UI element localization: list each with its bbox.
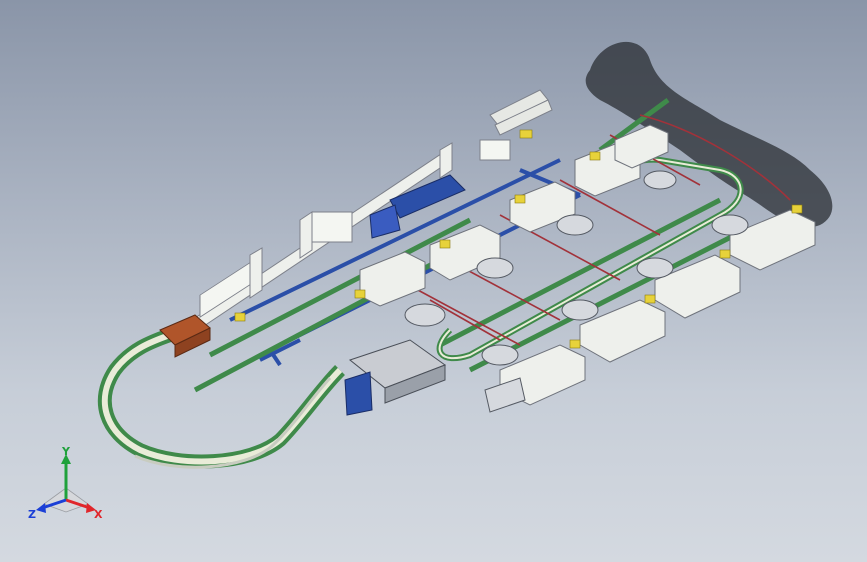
- x-axis-label: X: [94, 508, 103, 521]
- brown-hopper: [159, 314, 211, 358]
- 3d-viewport[interactable]: Y X Z: [0, 0, 867, 562]
- oval-conveyor: [97, 328, 346, 469]
- z-axis-head: [36, 503, 46, 513]
- assembly-line-model[interactable]: [0, 0, 867, 562]
- z-axis-label: Z: [28, 508, 36, 521]
- axis-triad[interactable]: Y X Z: [26, 446, 106, 526]
- y-axis-label: Y: [61, 446, 71, 458]
